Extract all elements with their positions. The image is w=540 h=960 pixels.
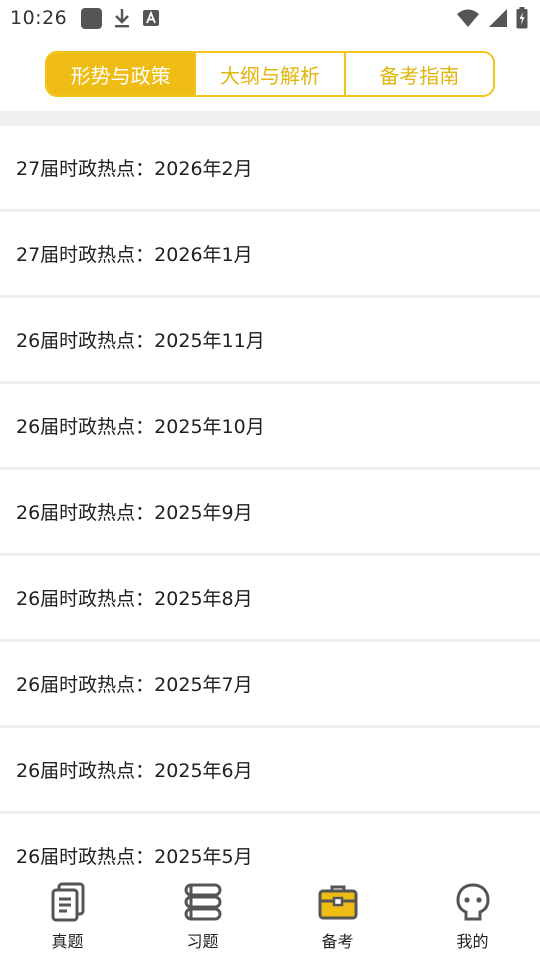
tab-exam-guide[interactable]: 备考指南: [345, 53, 493, 95]
status-notification-icons: [81, 7, 160, 29]
list-item[interactable]: 26届时政热点：2025年10月: [0, 384, 540, 470]
nav-item-past-papers[interactable]: 真题: [0, 872, 135, 960]
books-stack-icon: [181, 880, 225, 924]
nav-label: 真题: [51, 932, 84, 951]
briefcase-icon: [316, 880, 360, 924]
section-divider: [0, 111, 540, 126]
hotspot-list: 27届时政热点：2026年2月 27届时政热点：2026年1月 26届时政热点：…: [0, 126, 540, 872]
nav-label: 我的: [456, 932, 489, 951]
list-item[interactable]: 26届时政热点：2025年11月: [0, 298, 540, 384]
list-item[interactable]: 26届时政热点：2025年9月: [0, 470, 540, 556]
text-a-icon: [143, 10, 160, 26]
document-stack-icon: [46, 880, 90, 924]
status-bar: 10:26: [0, 0, 540, 36]
status-time: 10:26: [10, 7, 68, 29]
download-icon: [115, 9, 130, 28]
nav-label: 备考: [321, 932, 354, 951]
nav-item-exercises[interactable]: 习题: [135, 872, 270, 960]
signal-icon: [489, 9, 507, 27]
battery-charging-icon: [516, 7, 528, 29]
app-square-icon: [81, 7, 103, 29]
category-tabs: 形势与政策 大纲与解析 备考指南: [45, 51, 495, 97]
nav-item-profile[interactable]: 我的: [405, 872, 540, 960]
status-system-icons: [456, 7, 528, 29]
tab-outline-analysis[interactable]: 大纲与解析: [196, 53, 346, 95]
nav-label: 习题: [186, 932, 219, 951]
tab-situation-policy[interactable]: 形势与政策: [47, 53, 197, 95]
list-item[interactable]: 27届时政热点：2026年1月: [0, 212, 540, 298]
list-item[interactable]: 26届时政热点：2025年5月: [0, 814, 540, 872]
list-item[interactable]: 26届时政热点：2025年6月: [0, 728, 540, 814]
bottom-nav: 真题 习题 备考 我的: [0, 872, 540, 960]
list-item[interactable]: 26届时政热点：2025年8月: [0, 556, 540, 642]
face-icon: [451, 880, 495, 924]
nav-item-exam-prep[interactable]: 备考: [270, 872, 405, 960]
list-item[interactable]: 26届时政热点：2025年7月: [0, 642, 540, 728]
list-item[interactable]: 27届时政热点：2026年2月: [0, 126, 540, 212]
wifi-icon: [457, 9, 479, 27]
